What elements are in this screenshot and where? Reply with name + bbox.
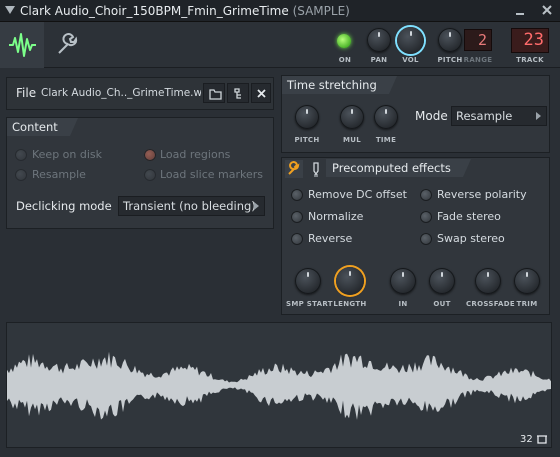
resample-label: Resample [32, 168, 86, 181]
keep-on-disk-radio[interactable] [15, 149, 27, 161]
folder-icon [209, 89, 222, 100]
ts-mul-label: MUL [342, 136, 361, 144]
track-display[interactable]: 23 [511, 28, 549, 53]
swap-stereo-radio[interactable] [420, 233, 432, 245]
stretch-mode-select[interactable]: Resample [451, 106, 547, 126]
tube-icon[interactable] [309, 160, 323, 178]
declicking-label: Declicking mode [16, 199, 112, 213]
normalize-label: Normalize [308, 210, 364, 223]
load-regions-label: Load regions [160, 148, 231, 161]
in-knob[interactable] [390, 268, 416, 294]
content-panel: Content Keep on disk Load regions Resamp… [6, 117, 274, 229]
reverse-radio[interactable] [291, 233, 303, 245]
ts-mul-knob[interactable] [340, 105, 364, 129]
crossfade-knob[interactable] [475, 268, 501, 294]
ts-pitch-knob[interactable] [295, 105, 319, 129]
open-file-button[interactable] [203, 83, 225, 103]
load-regions-radio[interactable] [144, 149, 156, 161]
sample-waveform [7, 351, 551, 420]
pitch-label: PITCH [437, 56, 463, 64]
ts-pitch-label: PITCH [294, 136, 320, 144]
remove-dc-offset-label: Remove DC offset [308, 188, 407, 201]
normalize-radio[interactable] [291, 211, 303, 223]
trim-knob[interactable] [514, 268, 540, 294]
range-label: RANGE [463, 56, 493, 64]
wrench-icon [58, 33, 78, 54]
window-title: Clark Audio_Choir_150BPM_Fmin_GrimeTime … [20, 4, 350, 18]
pan-knob[interactable] [367, 28, 391, 52]
close-icon[interactable] [540, 3, 554, 17]
precomputed-effects-title: Precomputed effects [326, 159, 471, 177]
time-stretching-title: Time stretching [282, 76, 397, 94]
keep-on-disk-label: Keep on disk [32, 148, 103, 161]
pan-label: PAN [370, 56, 388, 64]
file-row: File Clark Audio_Ch.._GrimeTime.wav [6, 77, 274, 110]
tab-sample-settings[interactable] [0, 22, 44, 68]
browse-file-button[interactable] [227, 83, 249, 103]
reverse-polarity-label: Reverse polarity [437, 188, 527, 201]
tab-envelope[interactable] [46, 22, 86, 68]
waveform-view[interactable]: 32 [6, 322, 552, 448]
length-knob[interactable] [336, 267, 364, 295]
fade-stereo-radio[interactable] [420, 211, 432, 223]
smp-start-label: SMP START [286, 300, 333, 308]
window-title-text: Clark Audio_Choir_150BPM_Fmin_GrimeTime [20, 4, 289, 18]
close-icon [257, 89, 266, 98]
clear-file-button[interactable] [251, 83, 271, 103]
in-label: IN [398, 300, 408, 308]
smp-start-knob[interactable] [295, 268, 321, 294]
mode-label: Mode [415, 109, 448, 123]
stretch-mode-value: Resample [456, 109, 513, 123]
time-stretching-panel: Time stretching PITCH MUL TIME Mode Resa… [281, 75, 550, 153]
precomputed-effects-panel: Precomputed effects Remove DC offset Rev… [281, 157, 550, 315]
crossfade-label: CROSSFADE [466, 300, 515, 308]
chevron-right-icon [536, 112, 541, 120]
length-label: LENGTH [333, 300, 367, 308]
on-label: ON [338, 56, 352, 64]
file-name[interactable]: Clark Audio_Ch.._GrimeTime.wav [41, 87, 201, 99]
track-label: TRACK [516, 56, 544, 64]
channel-on-led[interactable] [337, 34, 351, 48]
load-slice-markers-radio[interactable] [144, 169, 156, 181]
out-label: OUT [433, 300, 451, 308]
loop-icon[interactable] [536, 434, 548, 445]
trim-label: TRIM [516, 300, 538, 308]
tree-icon [234, 88, 241, 99]
fade-stereo-label: Fade stereo [437, 210, 501, 223]
reverse-polarity-radio[interactable] [420, 189, 432, 201]
ts-time-label: TIME [375, 136, 397, 144]
out-knob[interactable] [429, 268, 455, 294]
waveform-icon [9, 33, 36, 57]
chevron-right-icon [254, 202, 259, 210]
window-menu-icon[interactable] [5, 6, 15, 14]
vol-label: VOL [402, 56, 419, 64]
remove-dc-offset-radio[interactable] [291, 189, 303, 201]
pitch-knob[interactable] [438, 28, 462, 52]
title-bar: Clark Audio_Choir_150BPM_Fmin_GrimeTime … [0, 0, 560, 22]
wrench-icon [288, 161, 300, 175]
load-slice-markers-label: Load slice markers [160, 168, 264, 181]
declicking-mode-value: Transient (no bleeding) [123, 199, 256, 213]
ts-time-knob[interactable] [374, 105, 398, 129]
reverse-label: Reverse [308, 232, 353, 245]
content-title: Content [7, 118, 78, 136]
swap-stereo-label: Swap stereo [437, 232, 505, 245]
window-title-suffix: (SAMPLE) [292, 4, 350, 18]
waveform-counter: 32 [520, 434, 533, 445]
declicking-mode-select[interactable]: Transient (no bleeding) [118, 196, 265, 216]
minimize-icon[interactable] [513, 3, 527, 17]
effects-wrench-button[interactable] [285, 160, 303, 178]
volume-knob[interactable] [397, 27, 424, 54]
resample-radio[interactable] [15, 169, 27, 181]
pitch-range-display[interactable]: 2 [464, 29, 492, 51]
file-label: File [16, 86, 37, 100]
